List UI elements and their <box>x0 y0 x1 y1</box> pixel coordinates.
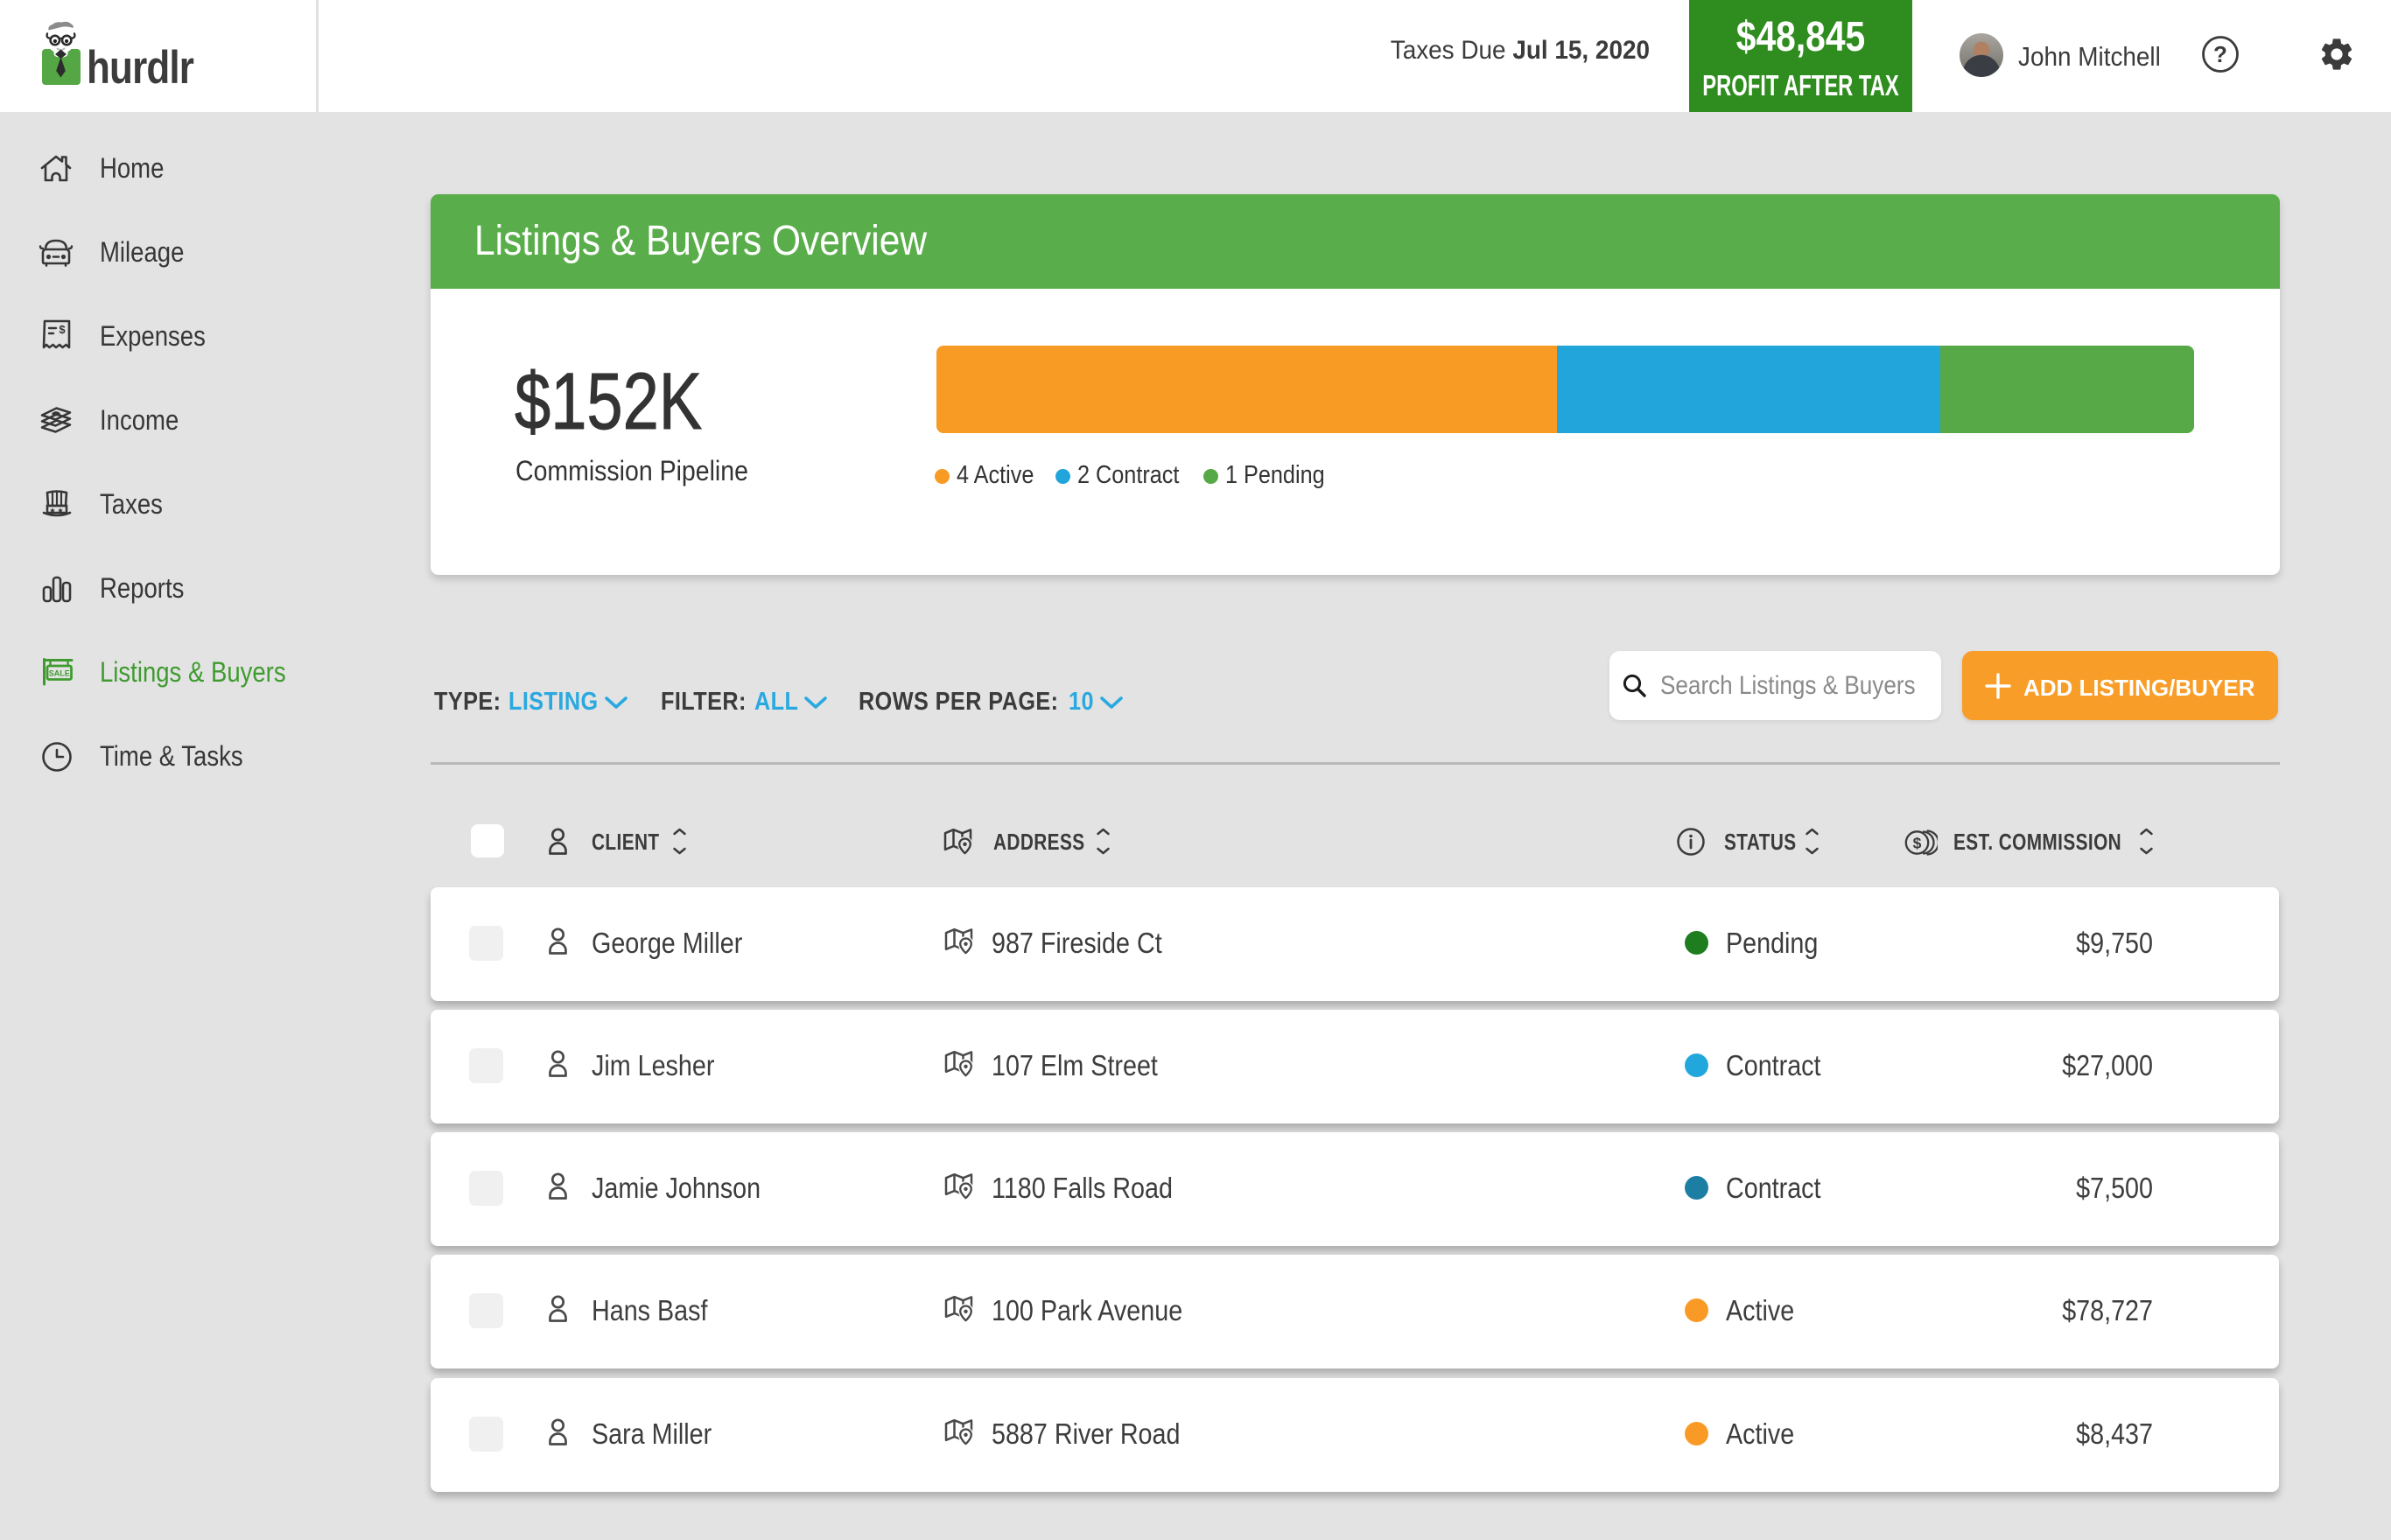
svg-text:SALE: SALE <box>49 668 70 677</box>
svg-text:$: $ <box>1913 835 1922 852</box>
svg-text:$: $ <box>59 323 66 336</box>
svg-text:?: ? <box>2213 41 2227 67</box>
